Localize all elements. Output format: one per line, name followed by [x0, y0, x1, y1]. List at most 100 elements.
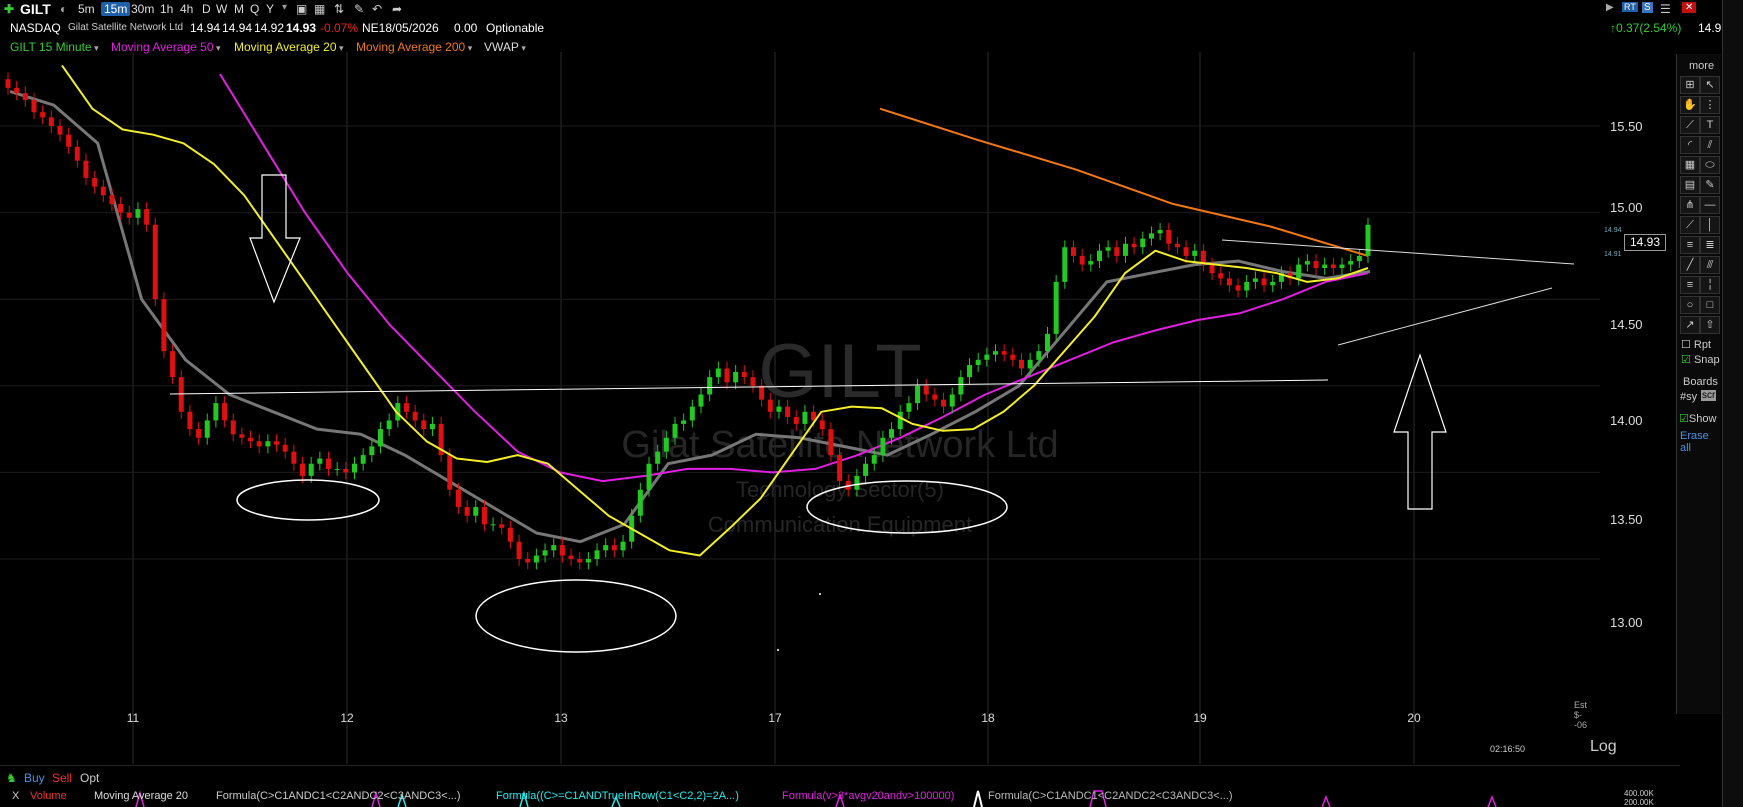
scr-button[interactable]: scr — [1701, 390, 1717, 401]
arc-tool-icon[interactable]: ◜ — [1680, 136, 1700, 154]
arrow-tool-icon[interactable]: ↗ — [1680, 316, 1700, 334]
candle-body — [144, 209, 150, 225]
hline-tool-icon[interactable]: — — [1700, 196, 1720, 214]
crosshair-tool-icon[interactable]: ⊞ — [1680, 76, 1700, 94]
text-tool-icon[interactable]: T — [1700, 116, 1720, 134]
pane-formula-4[interactable]: Formula(C>C1ANDC1<C2ANDC2<C3ANDC3<...) — [988, 790, 1233, 802]
candle-body — [828, 429, 834, 456]
indicator-path — [9, 89, 1371, 544]
options-button[interactable]: Opt — [80, 771, 99, 785]
candle-body — [1079, 255, 1085, 265]
pane-formula-2[interactable]: Formula((C>=C1ANDTrueInRow(C1<C2,2)=2A..… — [496, 790, 739, 802]
add-symbol-icon[interactable]: ✚ — [4, 2, 14, 16]
ellipse-low-1[interactable] — [236, 479, 380, 521]
candle-body — [1252, 278, 1258, 282]
up-arrow-tool-icon[interactable]: ⇧ — [1700, 316, 1720, 334]
more-link[interactable]: more — [1689, 60, 1714, 72]
candle-body — [1244, 281, 1250, 291]
timeframe-w[interactable]: W — [216, 2, 227, 16]
timeframe-q[interactable]: Q — [250, 2, 259, 16]
timeframe-4h[interactable]: 4h — [180, 2, 193, 16]
candle-body — [672, 423, 678, 438]
candle-body — [594, 550, 600, 559]
pencil-icon[interactable]: ✎ — [354, 2, 364, 16]
candle-body — [360, 455, 366, 464]
chart-type-icon[interactable]: ◐ — [60, 2, 67, 16]
pane-volume[interactable]: Volume — [30, 790, 67, 802]
close-pane-button[interactable]: X — [12, 790, 19, 802]
calendar-icon[interactable]: ▦ — [314, 2, 325, 16]
candle-body — [1218, 273, 1224, 279]
cursor-tool-icon[interactable]: ↖ — [1700, 76, 1720, 94]
undo-icon[interactable]: ↶ — [372, 2, 382, 16]
compare-icon[interactable]: ⇅ — [334, 2, 344, 16]
pen-tool-icon[interactable]: ✎ — [1700, 176, 1720, 194]
candle-body — [1365, 224, 1371, 256]
share-icon[interactable]: ➦ — [392, 2, 402, 16]
close-icon[interactable]: ✕ — [1682, 2, 1697, 13]
candle-body — [343, 468, 349, 473]
dropdown-icon[interactable]: ▾ — [282, 2, 287, 13]
candle-body — [516, 541, 522, 559]
fibonacci-tool-icon[interactable]: ⋮ — [1700, 96, 1720, 114]
trade-icon[interactable]: ♞ — [6, 771, 17, 785]
gann-tool-icon[interactable]: ⫽ — [1700, 136, 1720, 154]
price-tick: 13.00 — [1610, 615, 1643, 630]
log-toggle[interactable]: Log — [1590, 738, 1617, 756]
uptrend-line[interactable] — [1337, 287, 1553, 346]
snap-option[interactable]: ☑ Snap — [1681, 353, 1720, 366]
parallel-tool-icon[interactable]: ⫻ — [1700, 256, 1720, 274]
candle-body — [74, 146, 80, 161]
arrow-right-icon[interactable]: ▶ — [1606, 2, 1614, 13]
timeframe-1h[interactable]: 1h — [160, 2, 173, 16]
channel-tool-icon[interactable]: ▤ — [1680, 176, 1700, 194]
text-tool-icon[interactable]: ▣ — [296, 2, 307, 16]
candle-body — [230, 420, 236, 435]
pitchfork-tool-icon[interactable]: ⋔ — [1680, 196, 1700, 214]
circle-tool-icon[interactable]: ○ — [1680, 296, 1700, 314]
rectangle-tool-icon[interactable]: □ — [1700, 296, 1720, 314]
s-badge[interactable]: S — [1642, 2, 1653, 13]
candle-body — [83, 160, 89, 178]
sy-label[interactable]: #sy — [1680, 391, 1697, 403]
candle-body — [473, 507, 479, 516]
hand-tool-icon[interactable]: ✋ — [1680, 96, 1700, 114]
pane-ma20[interactable]: Moving Average 20 — [94, 790, 188, 802]
ellipse-tool-icon[interactable]: ⬭ — [1700, 156, 1720, 174]
ellipse-low-2[interactable] — [475, 579, 677, 653]
speed-tool-icon[interactable]: ≣ — [1700, 236, 1720, 254]
buy-button[interactable]: Buy — [24, 771, 45, 785]
rpt-option[interactable]: ☐ Rpt — [1681, 338, 1711, 351]
regression-tool-icon[interactable]: ≡ — [1680, 276, 1700, 294]
timeframe-m[interactable]: M — [234, 2, 244, 16]
candle-body — [525, 559, 531, 563]
up-arrow-annotation[interactable] — [1393, 353, 1447, 510]
candle-body — [793, 416, 799, 424]
candle-body — [1019, 359, 1025, 369]
line-tool-icon[interactable]: ⟋ — [1680, 116, 1700, 134]
grid-tool-icon[interactable]: ▦ — [1680, 156, 1700, 174]
symbol-label[interactable]: GILT — [20, 1, 51, 17]
price-chart[interactable]: GILT Gilat Satellite Network Ltd Technol… — [0, 52, 1676, 764]
candle-body — [481, 507, 487, 525]
resistance-line[interactable] — [169, 379, 1329, 395]
timeframe-15m[interactable]: 15m — [101, 2, 131, 16]
candle-body — [1036, 351, 1042, 360]
timeframe-y[interactable]: Y — [266, 2, 274, 16]
pane-formula-1[interactable]: Formula(C>C1ANDC1<C2ANDC2<C3ANDC3<...) — [216, 790, 461, 802]
show-option[interactable]: ☑Show — [1679, 412, 1716, 425]
cycle-tool-icon[interactable]: ≡ — [1680, 236, 1700, 254]
ray-tool-icon[interactable]: ⟋ — [1680, 216, 1700, 234]
timeframe-30m[interactable]: 30m — [131, 2, 154, 16]
marker-tool-icon[interactable]: ╎ — [1700, 276, 1720, 294]
erase-all-link[interactable]: Erase all — [1680, 430, 1721, 454]
pane-formula-3[interactable]: Formula(v>3*avgv20andv>100000) — [782, 790, 954, 802]
trend-tool-icon[interactable]: ╱ — [1680, 256, 1700, 274]
layout-icon[interactable]: ☰ — [1660, 2, 1671, 16]
downtrend-line[interactable] — [1221, 239, 1575, 265]
timeframe-d[interactable]: D — [202, 2, 211, 16]
volume-pane-legend: X Volume Moving Average 20 Formula(C>C1A… — [0, 789, 1680, 807]
sell-button[interactable]: Sell — [52, 771, 72, 785]
timeframe-5m[interactable]: 5m — [78, 2, 95, 16]
vline-tool-icon[interactable]: │ — [1700, 216, 1720, 234]
